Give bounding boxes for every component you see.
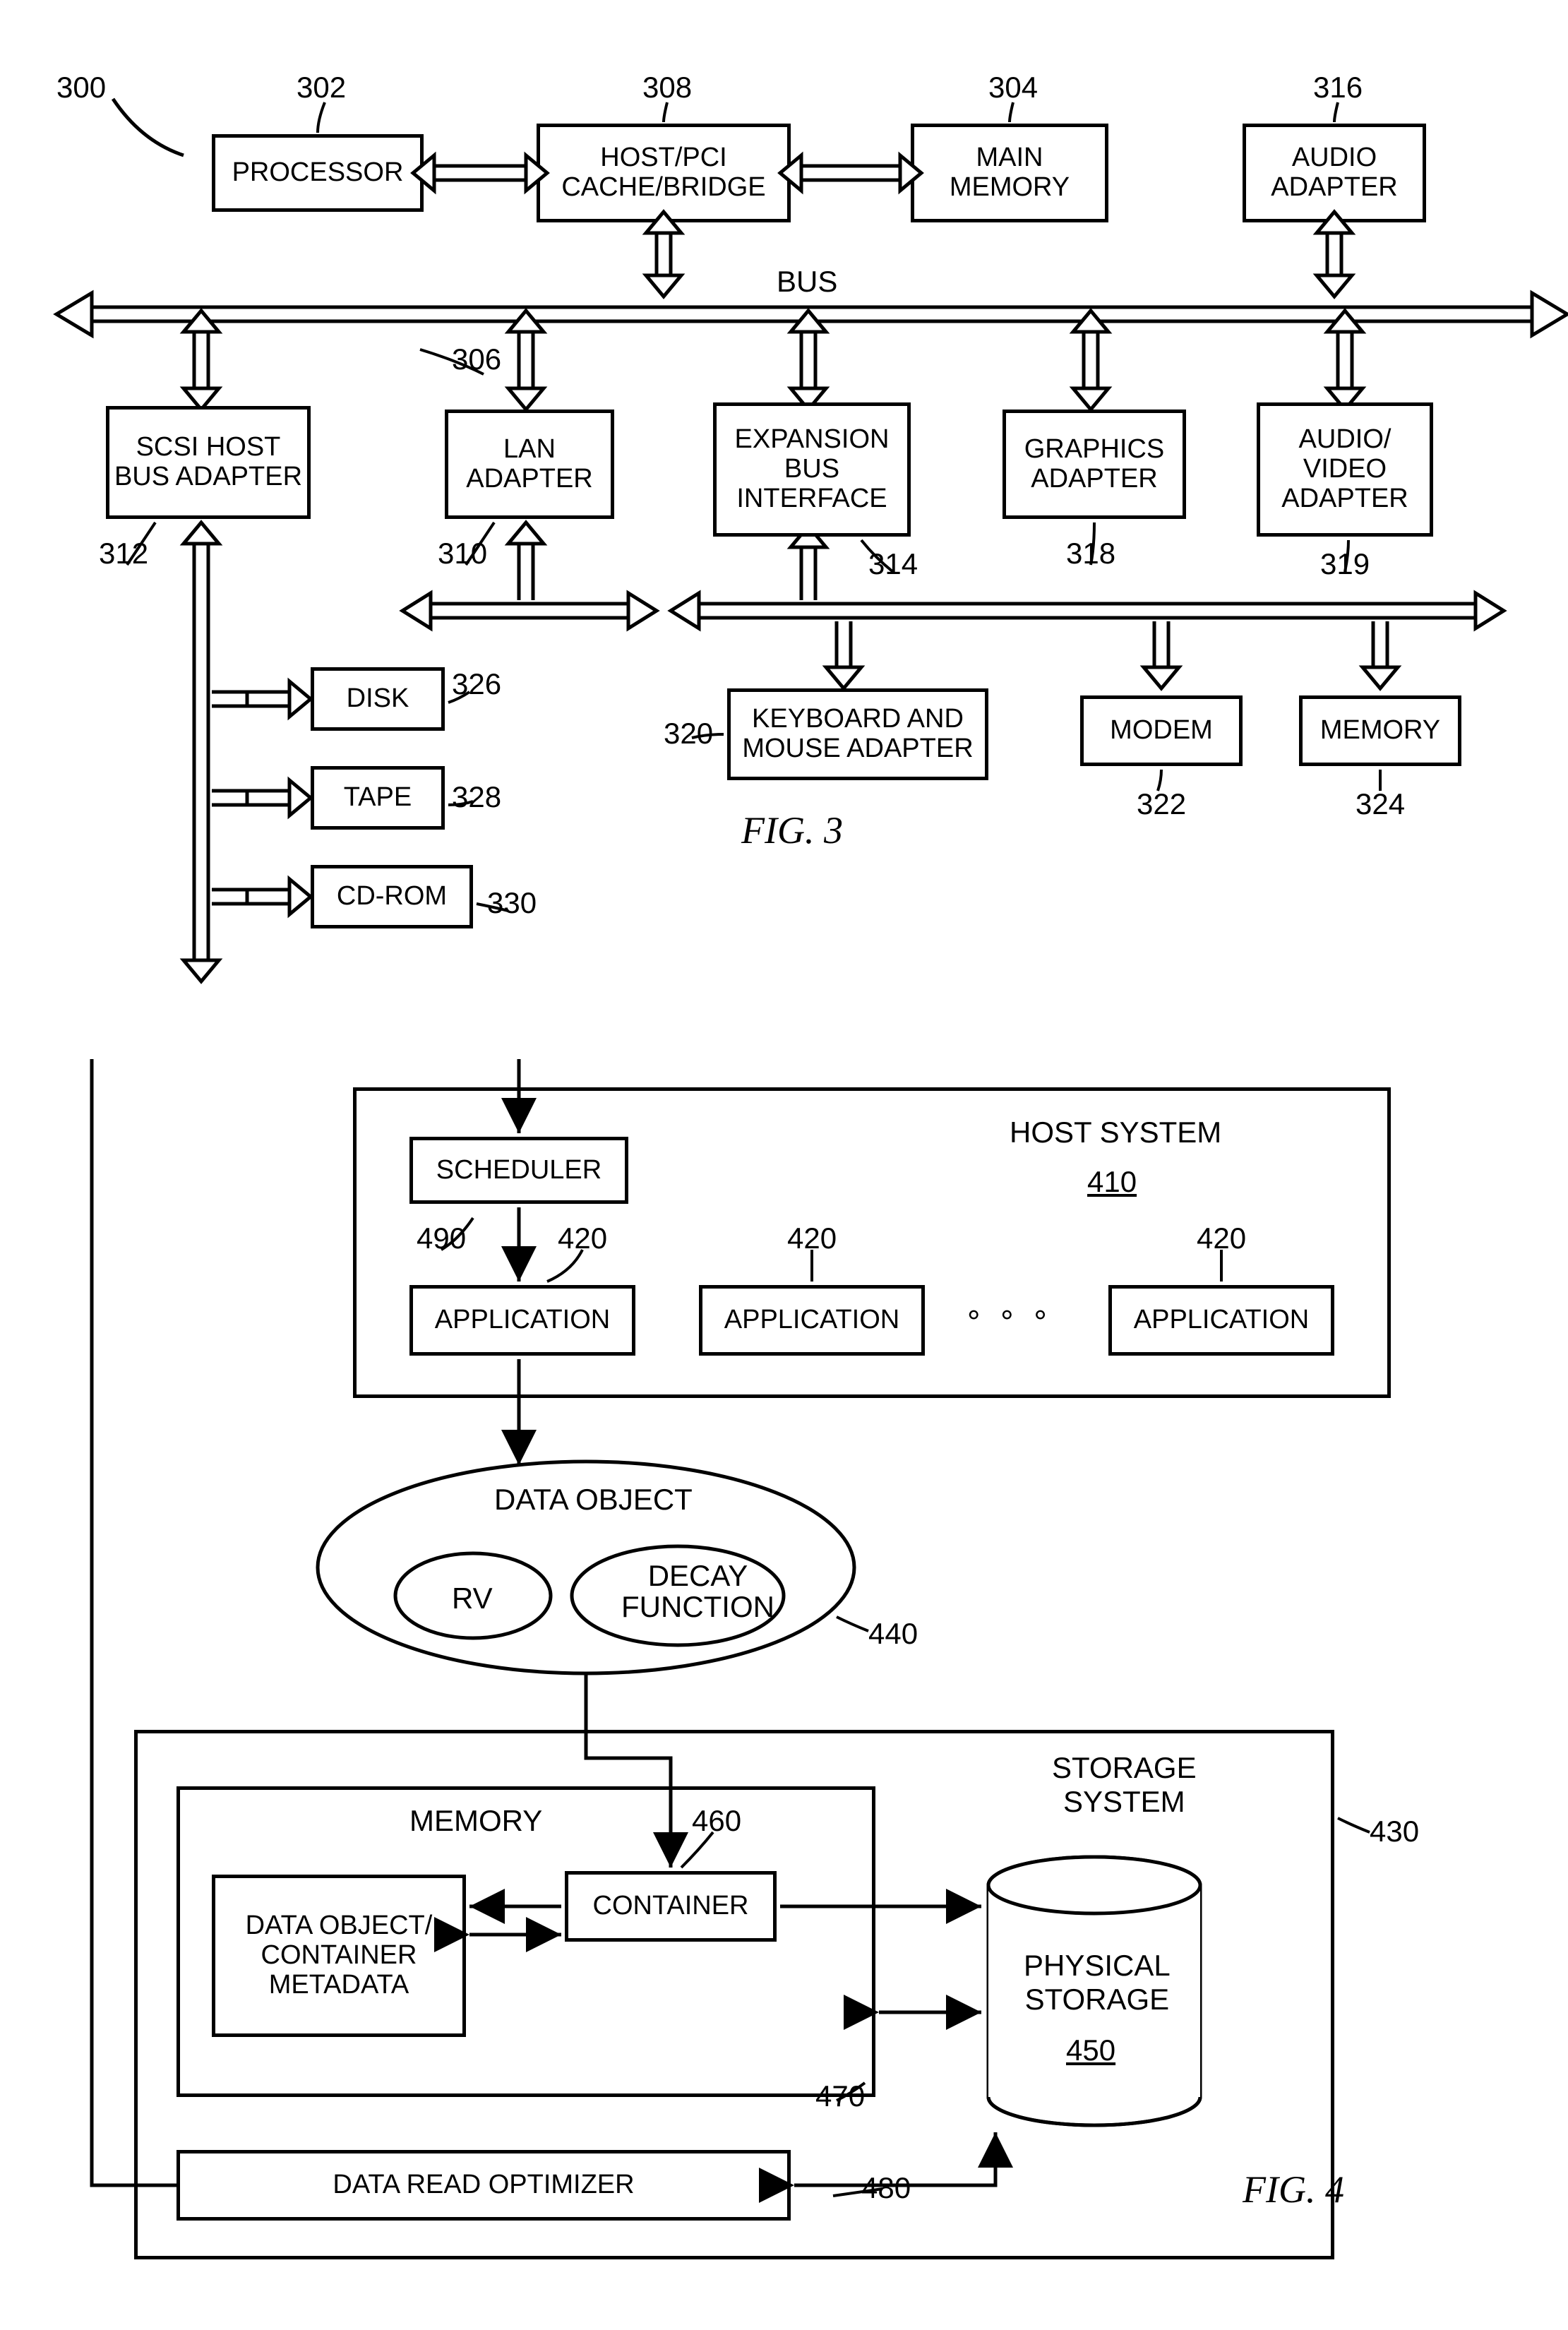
cdrom-box: CD-ROM: [311, 865, 473, 928]
decay-label: DECAY FUNCTION: [621, 1560, 774, 1623]
expbus-box: EXPANSION BUS INTERFACE: [713, 402, 911, 537]
memory-ref: 324: [1355, 787, 1405, 821]
app1-box: APPLICATION: [409, 1285, 635, 1356]
av-box: AUDIO/ VIDEO ADAPTER: [1257, 402, 1433, 537]
rv-label: RV: [452, 1582, 493, 1615]
kbm-box: KEYBOARD AND MOUSE ADAPTER: [727, 688, 988, 780]
audioadpt-ref: 316: [1313, 71, 1363, 104]
av-ref: 319: [1320, 547, 1370, 581]
ellipsis: ° ° °: [967, 1303, 1053, 1341]
bus-ref: 306: [452, 342, 501, 376]
processor-box: PROCESSOR: [212, 134, 424, 212]
scsi-ref: 312: [99, 537, 148, 570]
metadata-box: DATA OBJECT/ CONTAINER METADATA: [212, 1875, 466, 2037]
scheduler-box: SCHEDULER: [409, 1137, 628, 1204]
physstorage-ref: 450: [1066, 2033, 1115, 2067]
hostsystem-ref: 410: [1087, 1165, 1137, 1199]
app2-ref: 420: [787, 1221, 837, 1255]
metadata-ref: 470: [815, 2079, 865, 2113]
scheduler-ref: 490: [417, 1221, 466, 1255]
mainmem-ref: 304: [988, 71, 1038, 104]
tape-ref: 328: [452, 780, 501, 814]
physstorage-label: PHYSICAL STORAGE: [1024, 1949, 1171, 2017]
scsi-box: SCSI HOST BUS ADAPTER: [106, 406, 311, 519]
fig3-caption: FIG. 3: [741, 808, 843, 852]
storagesystem-ref: 430: [1370, 1815, 1419, 1848]
optimizer-box: DATA READ OPTIMIZER: [176, 2150, 791, 2221]
hostbridge-ref: 308: [642, 71, 692, 104]
disk-ref: 326: [452, 667, 501, 701]
lan-ref: 310: [438, 537, 487, 570]
graphics-ref: 318: [1066, 537, 1115, 570]
modem-box: MODEM: [1080, 695, 1243, 766]
hostsystem-label: HOST SYSTEM: [1010, 1116, 1221, 1149]
bus-label: BUS: [777, 265, 837, 299]
tape-box: TAPE: [311, 766, 445, 830]
container-ref: 460: [692, 1804, 741, 1838]
app2-box: APPLICATION: [699, 1285, 925, 1356]
audioadpt-box: AUDIO ADAPTER: [1243, 124, 1426, 222]
storagesystem-label: STORAGE SYSTEM: [1052, 1751, 1197, 1819]
memory-inner-label: MEMORY: [409, 1804, 542, 1838]
app1-ref: 420: [558, 1221, 607, 1255]
graphics-box: GRAPHICS ADAPTER: [1003, 410, 1186, 519]
disk-box: DISK: [311, 667, 445, 731]
dataobject-ref: 440: [868, 1617, 918, 1651]
app3-box: APPLICATION: [1108, 1285, 1334, 1356]
fig4-caption: FIG. 4: [1243, 2168, 1344, 2211]
container-box: CONTAINER: [565, 1871, 777, 1942]
optimizer-ref: 480: [861, 2171, 911, 2205]
fig3-ref: 300: [56, 71, 106, 104]
processor-ref: 302: [297, 71, 346, 104]
modem-ref: 322: [1137, 787, 1186, 821]
hostbridge-box: HOST/PCI CACHE/BRIDGE: [537, 124, 791, 222]
kbm-ref: 320: [664, 717, 713, 751]
dataobject-label: DATA OBJECT: [494, 1483, 693, 1517]
cdrom-ref: 330: [487, 886, 537, 920]
memory-box: MEMORY: [1299, 695, 1461, 766]
app3-ref: 420: [1197, 1221, 1246, 1255]
expbus-ref: 314: [868, 547, 918, 581]
mainmem-box: MAIN MEMORY: [911, 124, 1108, 222]
lan-box: LAN ADAPTER: [445, 410, 614, 519]
